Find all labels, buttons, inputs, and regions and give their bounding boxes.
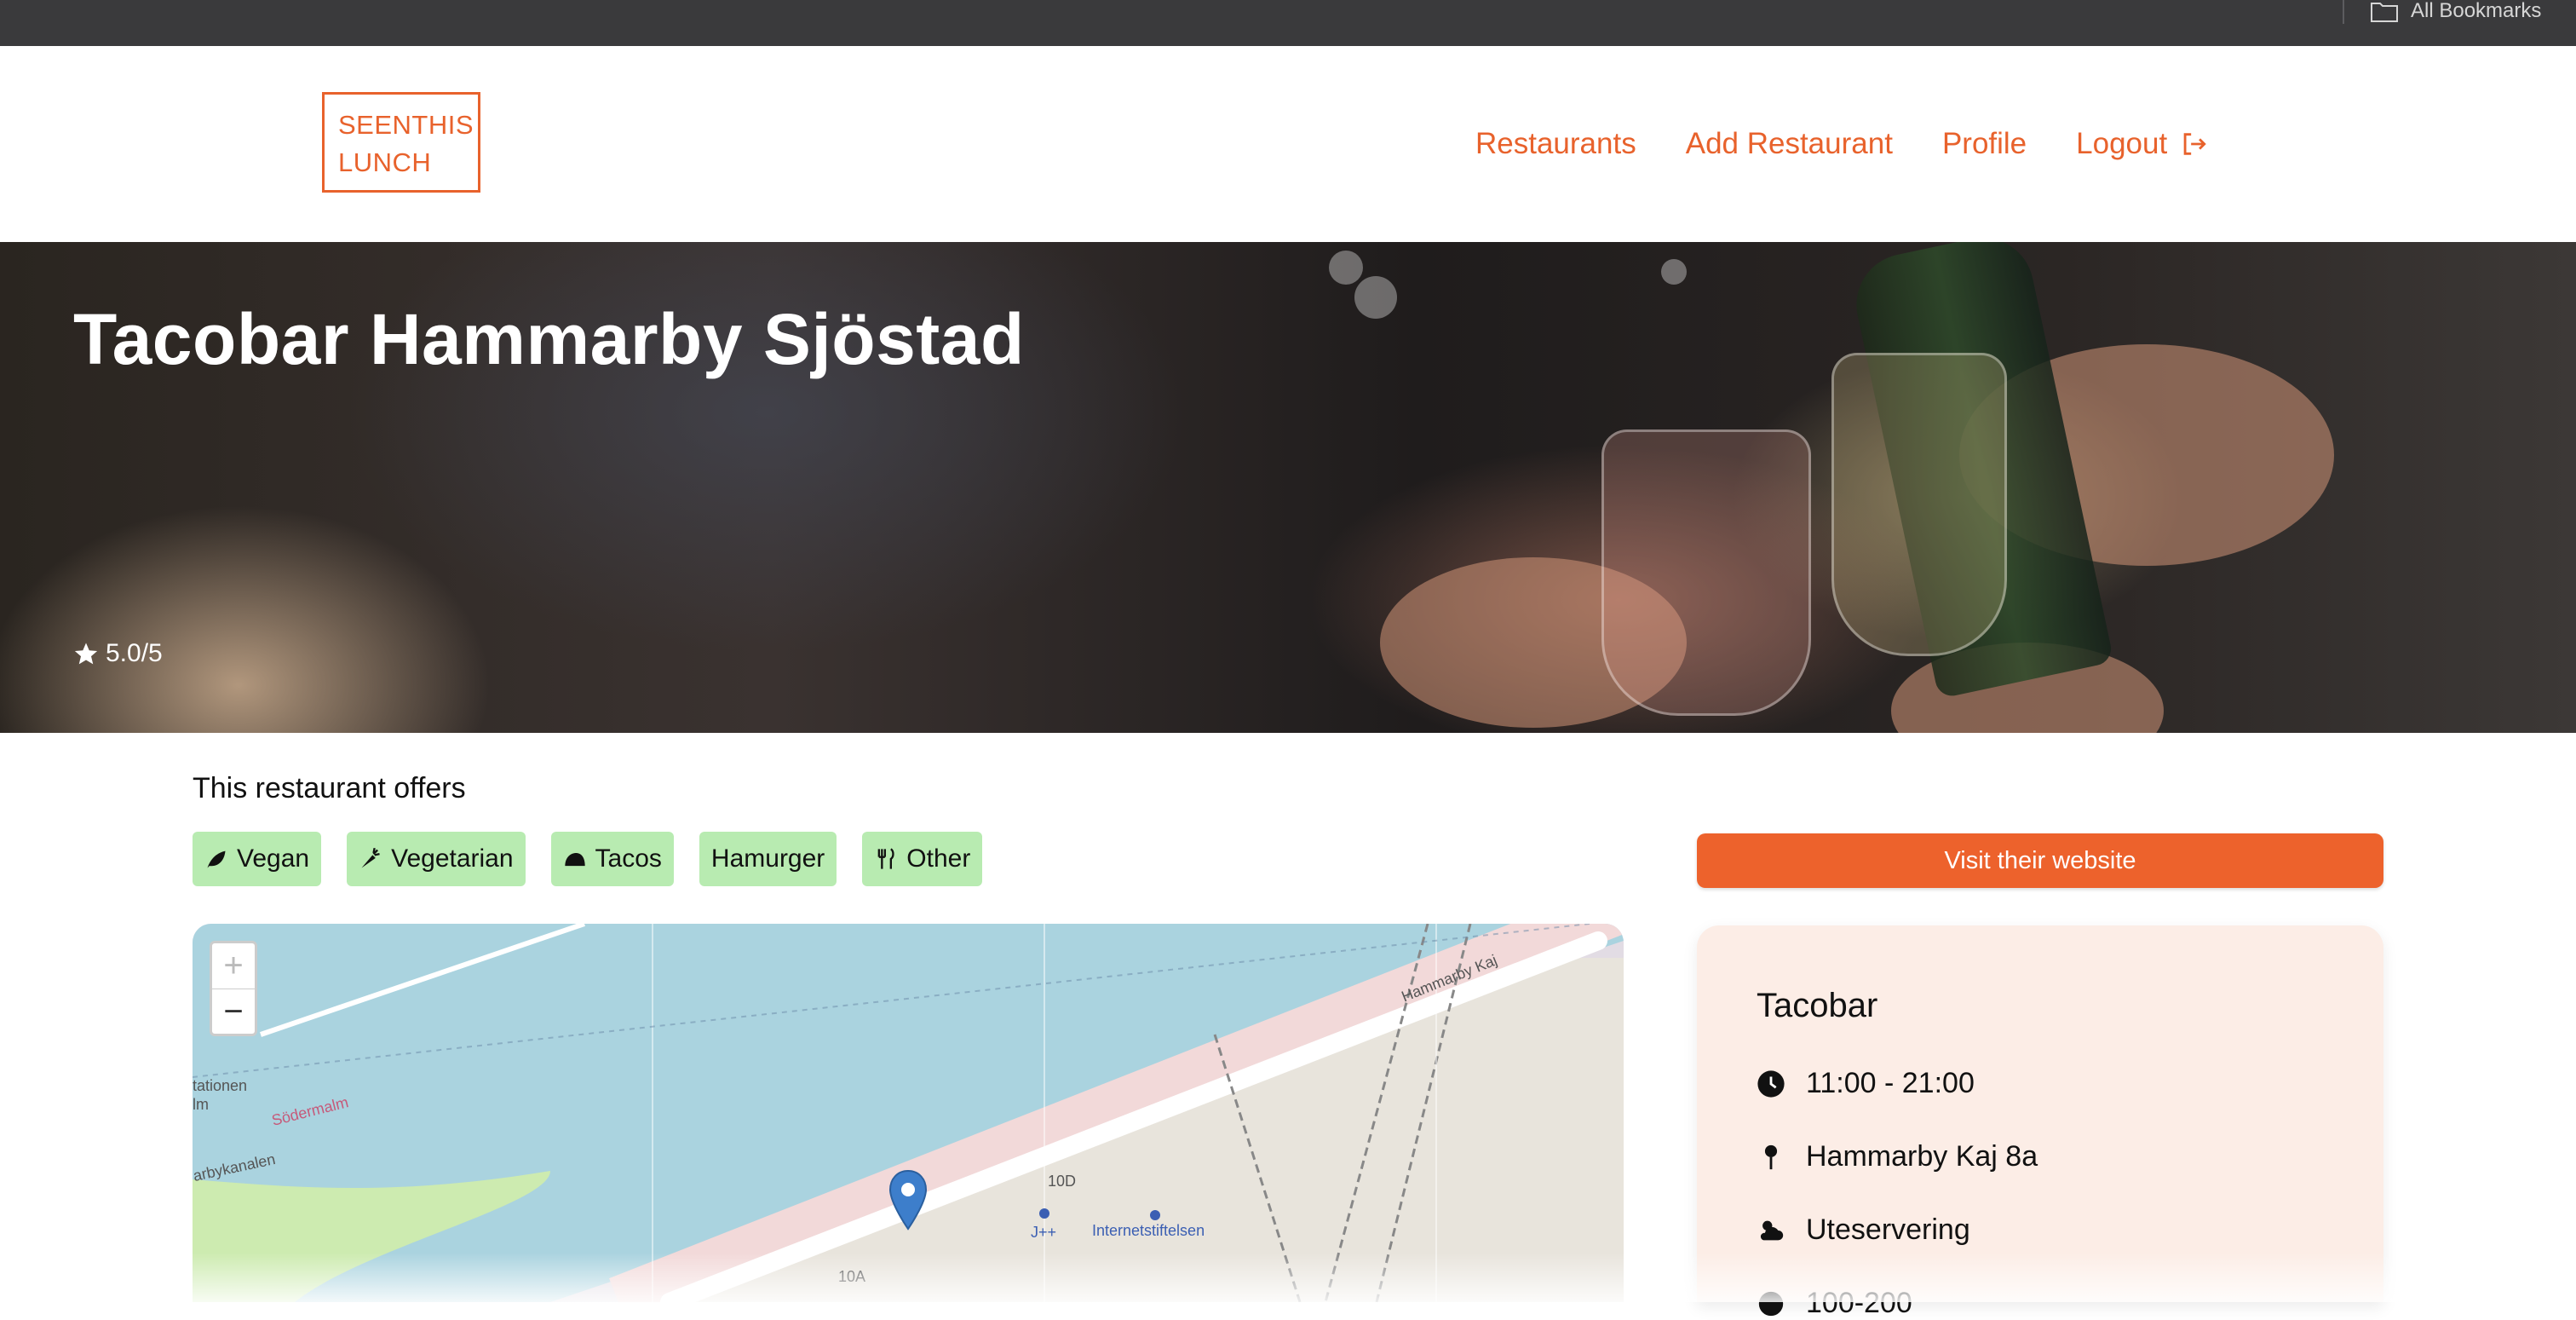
nav-profile[interactable]: Profile [1942, 127, 2027, 161]
opening-hours-value: 11:00 - 21:00 [1806, 1067, 1975, 1099]
feature-value: Uteservering [1806, 1213, 1970, 1246]
logout-label: Logout [2076, 127, 2168, 160]
logo-line-2: LUNCH [338, 147, 432, 177]
hero-photo-glass [1601, 429, 1811, 716]
opening-hours: 11:00 - 21:00 [1757, 1067, 1975, 1100]
clock-icon [1757, 1069, 1785, 1098]
folder-icon [2371, 3, 2398, 22]
restaurant-title: Tacobar Hammarby Sjöstad [73, 299, 1025, 379]
address-value: Hammarby Kaj 8a [1806, 1140, 2038, 1173]
visit-website-button[interactable]: Visit their website [1697, 833, 2383, 888]
map-label-poi: Internetstiftelsen [1092, 1222, 1205, 1239]
hero-photo-bokeh [1354, 276, 1397, 319]
hero-photo-bokeh [1329, 251, 1363, 285]
restaurant-info-card: Tacobar 11:00 - 21:00 Hammarby Kaj 8a Ut… [1697, 925, 2383, 1319]
zoom-in-button[interactable]: + [212, 943, 255, 989]
bookmarks-bar: All Bookmarks [0, 0, 2576, 46]
zoom-out-button[interactable]: − [212, 989, 255, 1035]
address: Hammarby Kaj 8a [1757, 1140, 2038, 1173]
tag-label: Tacos [595, 844, 662, 873]
pin-icon [1764, 1144, 1778, 1169]
tag-other: Other [862, 832, 983, 886]
map-zoom-control: + − [210, 941, 257, 1036]
hero-banner: Tacobar Hammarby Sjöstad 5.0/5 [0, 242, 2576, 733]
info-card-title: Tacobar [1757, 987, 1878, 1024]
tag-label: Vegetarian [391, 844, 514, 873]
nav-restaurants[interactable]: Restaurants [1475, 127, 1636, 161]
main-nav: Restaurants Add Restaurant Profile Logou… [1475, 46, 2208, 242]
feature: Uteservering [1757, 1213, 1970, 1247]
all-bookmarks-label: All Bookmarks [2411, 0, 2542, 22]
price-range-value: 100-200 [1806, 1287, 1912, 1319]
offers-heading: This restaurant offers [193, 772, 466, 804]
leaf-icon [207, 850, 226, 868]
rating-value: 5.0/5 [106, 639, 163, 667]
location-map[interactable]: + − Hammarby Kaj Södermalm tationen lm a… [193, 924, 1624, 1302]
tag-tacos: Tacos [550, 832, 674, 886]
nav-logout[interactable]: Logout [2076, 127, 2208, 161]
tag-label: Hamurger [710, 844, 825, 873]
carrot-icon [361, 847, 380, 868]
nav-add-restaurant[interactable]: Add Restaurant [1686, 127, 1893, 161]
taco-icon [564, 853, 585, 867]
utensils-icon [877, 848, 894, 869]
tag-label: Other [906, 844, 971, 873]
cloud-sun-icon [1760, 1220, 1784, 1240]
tag-vegan: Vegan [193, 832, 322, 886]
map-tiles [193, 924, 1624, 1302]
map-label-number: 10D [1048, 1173, 1077, 1190]
bookmarks-separator [2343, 0, 2344, 24]
map-label-station-2: lm [193, 1096, 209, 1113]
price-range: 100-200 [1757, 1287, 1912, 1320]
tag-vegetarian: Vegetarian [347, 832, 526, 886]
map-marker-icon[interactable] [888, 1169, 929, 1231]
site-logo[interactable]: SEENTHIS LUNCH [322, 92, 480, 193]
site-header: SEENTHIS LUNCH Restaurants Add Restauran… [0, 46, 2576, 242]
logout-icon [2183, 133, 2206, 155]
map-label-number: 10A [838, 1268, 866, 1285]
hero-photo-glass [1831, 353, 2007, 656]
price-icon [1758, 1291, 1784, 1316]
map-label-number: J++ [1031, 1224, 1057, 1241]
all-bookmarks-button[interactable]: All Bookmarks [2370, 0, 2541, 24]
tag-label: Vegan [237, 844, 310, 873]
hero-photo-bokeh [1661, 259, 1687, 285]
offer-tags: Vegan Vegetarian Tacos Hamurger Other [193, 832, 983, 886]
star-icon [74, 643, 98, 665]
tag-hamurger: Hamurger [699, 832, 837, 886]
map-label-station: tationen [193, 1077, 248, 1094]
logo-line-1: SEENTHIS [338, 110, 474, 140]
rating: 5.0/5 [73, 639, 163, 668]
